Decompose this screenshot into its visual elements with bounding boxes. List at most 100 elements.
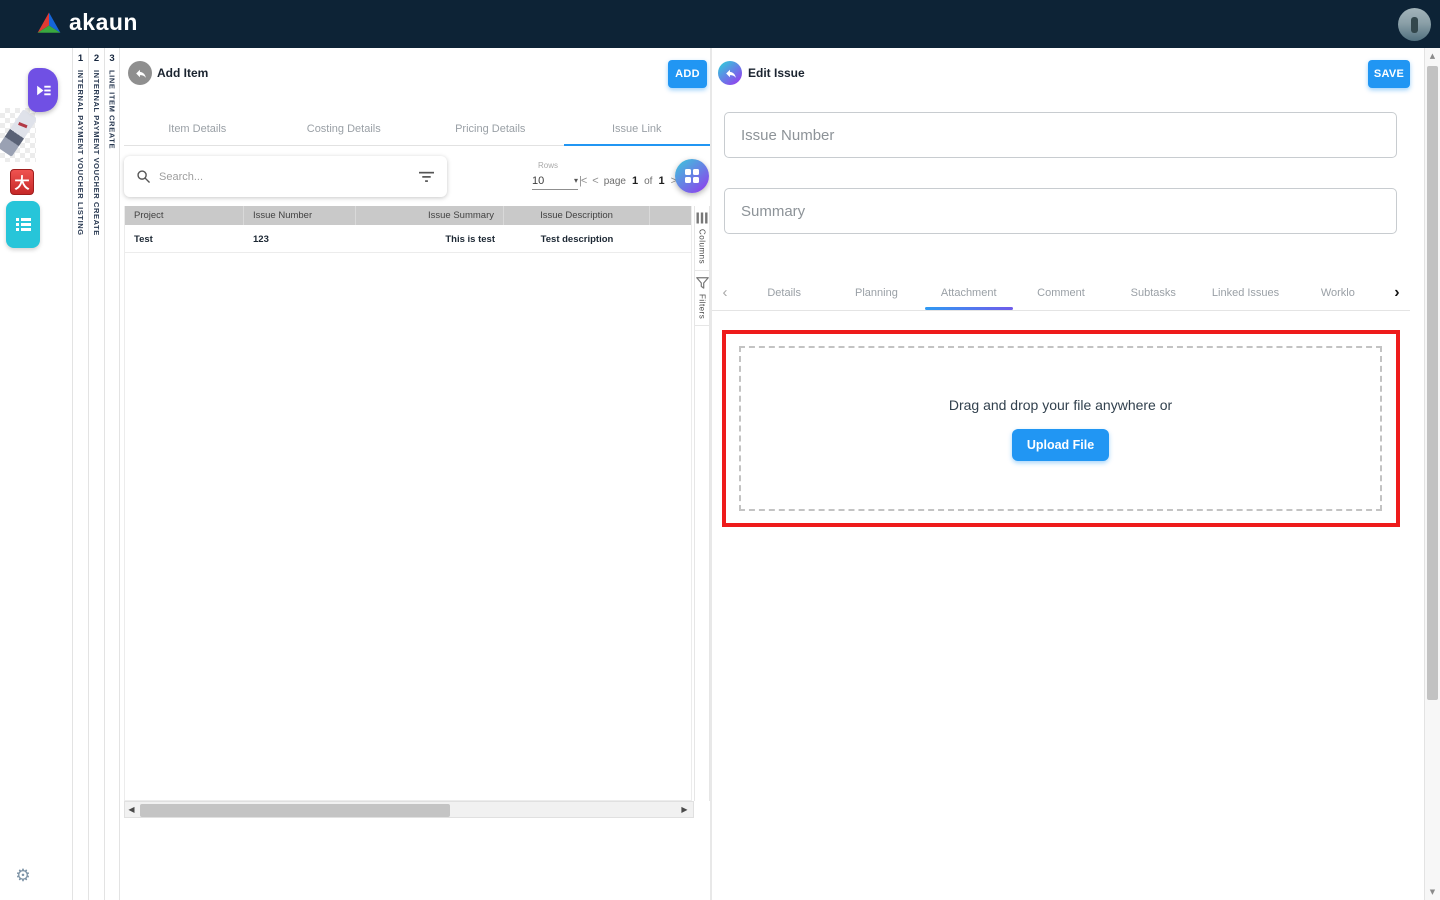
- topbar: akaun: [0, 0, 1440, 48]
- page-word: page: [604, 176, 626, 187]
- tab-costing-details[interactable]: Costing Details: [271, 112, 418, 145]
- total-pages-number: 1: [658, 175, 664, 187]
- back-button[interactable]: [128, 61, 152, 85]
- vertical-scrollbar-thumb[interactable]: [1427, 66, 1438, 700]
- summary-field[interactable]: [724, 188, 1397, 234]
- search-box: [124, 156, 447, 197]
- add-item-panel: Add Item ADD Item Details Costing Detail…: [124, 48, 710, 900]
- active-tab-underline: [564, 144, 711, 146]
- tabs-scroll-right-icon[interactable]: ›: [1384, 275, 1410, 310]
- workspace-tab-3[interactable]: 3 LINE ITEM CREATE: [104, 48, 120, 900]
- columns-bars-icon: [696, 212, 708, 224]
- back-button[interactable]: [718, 61, 742, 85]
- rows-label: Rows: [538, 161, 558, 170]
- icon-sidebar: 大 ⚙: [0, 48, 48, 900]
- workspace-tab-label: INTERNAL PAYMENT VOUCHER CREATE: [92, 70, 101, 236]
- tabs-scroll-left-icon[interactable]: ‹: [712, 275, 738, 310]
- column-header-issue-description[interactable]: Issue Description: [504, 206, 650, 225]
- scroll-down-icon[interactable]: ▼: [1425, 884, 1440, 900]
- tab-worklog[interactable]: Worklo: [1292, 275, 1384, 310]
- tab-planning[interactable]: Planning: [830, 275, 922, 310]
- save-button[interactable]: SAVE: [1368, 60, 1410, 88]
- edit-issue-panel: Edit Issue SAVE ‹ Details Planning Attac…: [712, 48, 1424, 900]
- search-input[interactable]: [159, 171, 410, 183]
- playlist-menu-icon: [34, 81, 53, 100]
- drag-drop-text: Drag and drop your file anywhere or: [949, 397, 1172, 413]
- workspace-tab-label: INTERNAL PAYMENT VOUCHER LISTING: [76, 70, 85, 236]
- active-tab-underline: [925, 307, 1013, 311]
- issue-tabbar: ‹ Details Planning Attachment Comment Su…: [712, 275, 1410, 311]
- add-button[interactable]: ADD: [668, 60, 707, 88]
- app-thumbnail-image[interactable]: [0, 108, 36, 162]
- issue-link-table: Project Issue Number Issue Summary Issue…: [124, 206, 692, 801]
- menu-fab-button[interactable]: [28, 68, 58, 112]
- column-header-issue-number[interactable]: Issue Number: [244, 206, 356, 225]
- logo-triangle-icon: [36, 11, 62, 35]
- filters-button[interactable]: Filters: [695, 271, 709, 326]
- pagination: |< < page 1 of 1 > >|: [579, 172, 689, 190]
- workspace-tabstrip: 1 INTERNAL PAYMENT VOUCHER LISTING 2 INT…: [48, 48, 124, 900]
- tab-comment[interactable]: Comment: [1015, 275, 1107, 310]
- filter-funnel-icon: [696, 277, 709, 289]
- eraser-image: [0, 109, 36, 157]
- columns-button[interactable]: Columns: [695, 206, 709, 271]
- user-avatar[interactable]: [1398, 8, 1431, 41]
- app-root: akaun 大 ⚙ 1 INTERNAL PAYMENT VOUCHER LIS: [0, 0, 1440, 900]
- column-header-filler: [650, 206, 691, 225]
- table-header: Project Issue Number Issue Summary Issue…: [125, 206, 691, 227]
- tab-issue-link-label: Issue Link: [612, 123, 662, 135]
- scroll-right-icon[interactable]: ▶: [678, 805, 691, 814]
- view-grid-button[interactable]: [675, 159, 709, 193]
- rows-value: 10: [532, 175, 544, 187]
- workspace-tab-label: LINE ITEM CREATE: [108, 70, 117, 149]
- cell-issue-summary: This is test: [356, 227, 504, 252]
- cell-issue-description: Test description: [504, 227, 650, 252]
- table-side-rail: Columns Filters: [694, 206, 710, 801]
- workspace-tab-1[interactable]: 1 INTERNAL PAYMENT VOUCHER LISTING: [72, 48, 88, 900]
- tab-pricing-details[interactable]: Pricing Details: [417, 112, 564, 145]
- columns-button-label: Columns: [698, 229, 707, 264]
- column-header-issue-summary[interactable]: Issue Summary: [356, 206, 504, 225]
- scroll-left-icon[interactable]: ◀: [125, 805, 138, 814]
- scroll-up-icon[interactable]: ▲: [1425, 48, 1440, 64]
- caret-down-icon: ▾: [574, 176, 578, 185]
- tab-subtasks[interactable]: Subtasks: [1107, 275, 1199, 310]
- prev-page-button[interactable]: <: [592, 175, 597, 187]
- settings-gear-icon[interactable]: ⚙: [13, 866, 33, 886]
- brand-name: akaun: [69, 9, 138, 36]
- tab-linked-issues[interactable]: Linked Issues: [1199, 275, 1291, 310]
- first-page-button[interactable]: |<: [579, 175, 586, 187]
- cell-project: Test: [125, 227, 244, 252]
- tab-details[interactable]: Details: [738, 275, 830, 310]
- column-header-project[interactable]: Project: [125, 206, 244, 225]
- back-arrow-icon: [724, 67, 737, 80]
- back-arrow-icon: [134, 67, 147, 80]
- rows-per-page-select[interactable]: 10 ▾: [532, 172, 578, 190]
- workspace-tab-number: 3: [109, 53, 114, 65]
- table-row[interactable]: Test 123 This is test Test description: [125, 227, 691, 253]
- horizontal-scrollbar-thumb[interactable]: [140, 804, 450, 817]
- page-title: Edit Issue: [748, 66, 805, 80]
- file-dropzone[interactable]: Drag and drop your file anywhere or Uplo…: [739, 346, 1382, 511]
- workspace-tab-number: 2: [94, 53, 99, 65]
- list-app-button[interactable]: [6, 201, 40, 248]
- workspace-tab-2[interactable]: 2 INTERNAL PAYMENT VOUCHER CREATE: [88, 48, 104, 900]
- of-word: of: [644, 176, 652, 187]
- cell-issue-number: 123: [244, 227, 356, 252]
- upload-highlight-box: Drag and drop your file anywhere or Uplo…: [722, 330, 1400, 527]
- grid-icon: [684, 168, 700, 184]
- red-app-icon[interactable]: 大: [10, 169, 34, 195]
- upload-file-button[interactable]: Upload File: [1012, 429, 1109, 461]
- filters-button-label: Filters: [698, 294, 707, 319]
- filter-list-icon[interactable]: [418, 169, 435, 184]
- tab-item-details[interactable]: Item Details: [124, 112, 271, 145]
- horizontal-scrollbar[interactable]: ◀ ▶: [124, 801, 694, 818]
- issue-number-field[interactable]: [724, 112, 1397, 158]
- tab-issue-link[interactable]: Issue Link: [564, 112, 711, 145]
- brand-logo: akaun: [36, 9, 138, 36]
- workspace-tab-number: 1: [78, 53, 83, 65]
- vertical-scrollbar[interactable]: ▲ ▼: [1424, 48, 1440, 900]
- tab-attachment-label: Attachment: [941, 287, 997, 299]
- tab-attachment[interactable]: Attachment: [923, 275, 1015, 310]
- page-title: Add Item: [157, 66, 208, 80]
